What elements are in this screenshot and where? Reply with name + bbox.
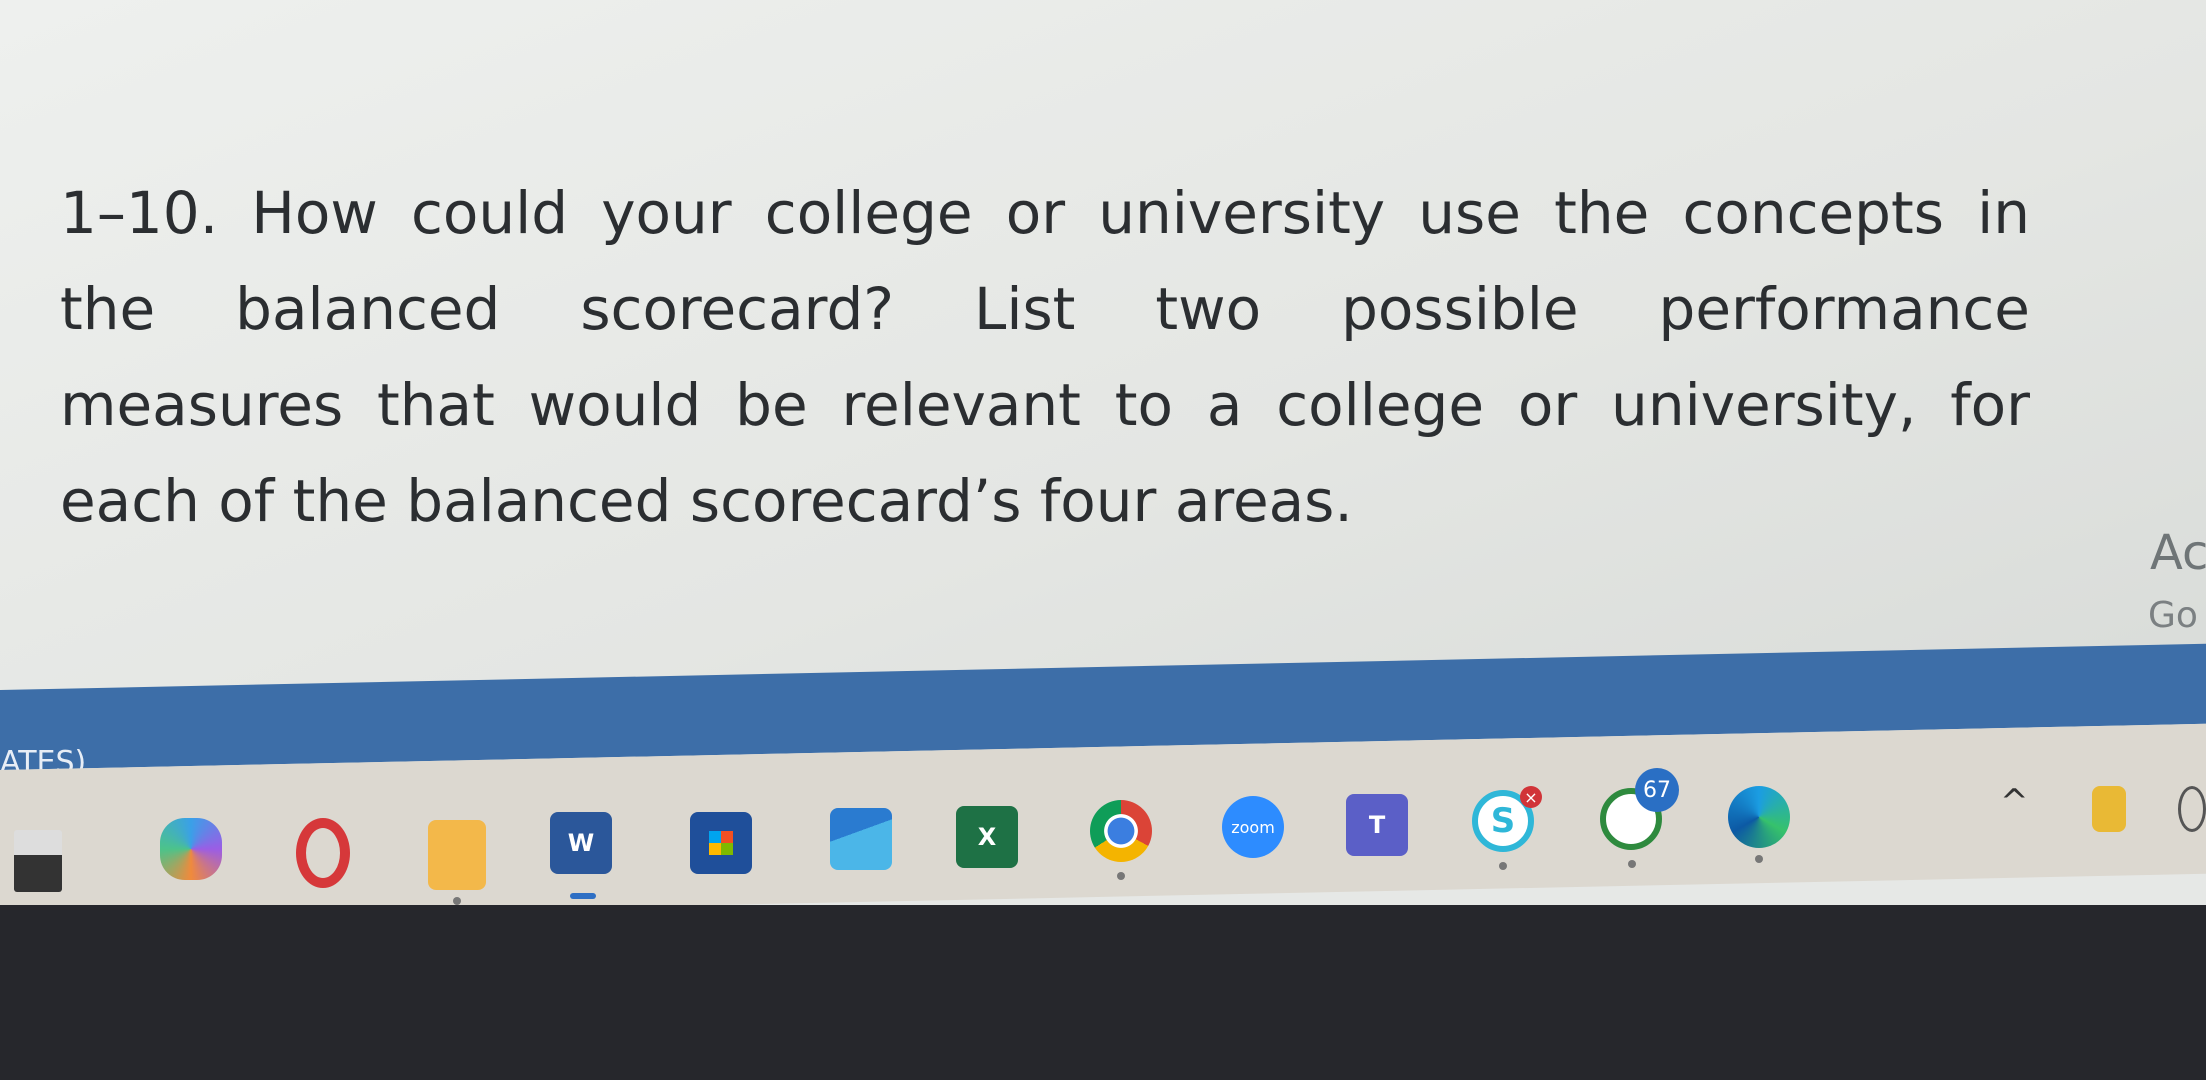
skype-error-badge: ×	[1520, 786, 1542, 808]
mail-icon[interactable]	[830, 808, 892, 870]
excel-icon-label: X	[977, 823, 997, 851]
question-line: 1–10. How could your college or universi…	[60, 179, 2030, 247]
running-indicator	[1117, 872, 1125, 880]
running-indicator	[1755, 855, 1763, 863]
running-indicator	[1499, 862, 1507, 870]
question-text: 1–10. How could your college or universi…	[60, 165, 2030, 549]
question-line: the balanced scorecard? List two possibl…	[60, 275, 2030, 343]
show-hidden-icons-caret[interactable]: ^	[2000, 782, 2029, 822]
question-line: each of the balanced scorecard’s four ar…	[60, 467, 1353, 535]
tray-app-icon[interactable]	[2092, 786, 2126, 832]
skype-icon-label: S	[1490, 801, 1516, 841]
edge-icon[interactable]	[1728, 786, 1790, 848]
monitor-bezel	[0, 905, 2206, 1080]
word-icon-label: W	[567, 829, 595, 857]
widgets-icon[interactable]	[14, 830, 62, 892]
running-indicator	[1628, 860, 1636, 868]
teams-icon[interactable]: T	[1346, 794, 1408, 856]
copilot-icon[interactable]	[160, 818, 222, 880]
chrome-icon[interactable]	[1090, 800, 1152, 862]
active-indicator	[570, 893, 596, 899]
teams-icon-label: T	[1368, 811, 1386, 839]
activate-windows-watermark: Ac	[2150, 525, 2206, 581]
running-indicator	[453, 897, 461, 905]
activate-windows-subtext: Go	[2148, 595, 2198, 636]
question-line: measures that would be relevant to a col…	[60, 371, 2030, 439]
zoom-icon-label: zoom	[1231, 817, 1275, 837]
opera-icon[interactable]	[296, 818, 350, 888]
file-explorer-icon[interactable]	[428, 820, 486, 890]
word-icon[interactable]: W	[550, 812, 612, 874]
excel-icon[interactable]: X	[956, 806, 1018, 868]
notification-badge: 67	[1635, 768, 1679, 812]
document-area: 1–10. How could your college or universi…	[0, 0, 2206, 690]
zoom-icon[interactable]: zoom	[1222, 796, 1284, 858]
microsoft-store-icon[interactable]	[690, 812, 752, 874]
tray-network-icon[interactable]	[2178, 786, 2206, 832]
